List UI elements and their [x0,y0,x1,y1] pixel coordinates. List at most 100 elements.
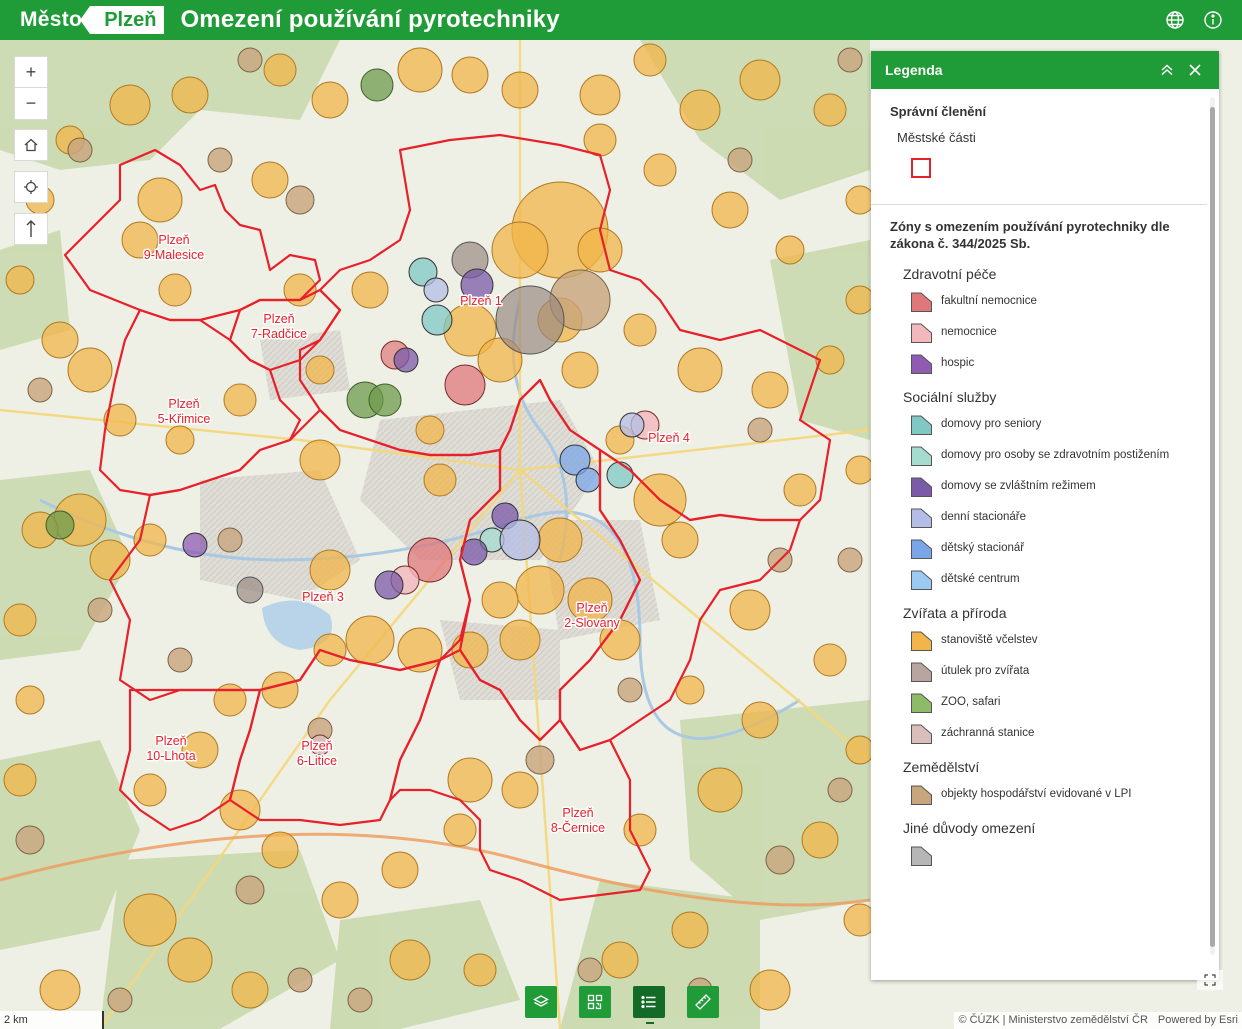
legend-swatch [911,846,932,866]
svg-text:Plzeň 4: Plzeň 4 [648,431,690,445]
legend-item: stanoviště včelstev [890,629,1189,652]
label-plzen-5-line2: 5-Křimice [158,412,211,426]
legend-swatch [911,662,932,682]
legend-section-administrative: Správní členění [890,104,987,119]
zoom-out-button[interactable]: − [14,88,48,120]
label-plzen-10-line1: Plzeň [155,734,186,748]
legend-scrollbar-thumb[interactable] [1210,107,1215,947]
legend-list-icon [641,995,656,1009]
globe-icon[interactable] [1164,9,1186,31]
active-tool-indicator [646,1022,654,1024]
legend-button[interactable] [633,986,665,1018]
logo-mesto-text: Město [20,8,83,31]
locate-button[interactable] [14,171,48,203]
legend-item-label: ZOO, safari [941,696,1001,708]
label-plzen-7-line2: 7-Radčice [251,327,307,341]
label-plzen-7-line1: Plzeň [263,312,294,326]
legend-item: objekty hospodářství evidované v LPI [890,783,1189,806]
label-plzen-8-line1: Plzeň [562,806,593,820]
zoom-in-button[interactable]: + [14,56,48,88]
home-icon [14,129,48,161]
legend-swatch [911,631,932,651]
svg-text:Plzeň 3: Plzeň 3 [302,590,344,604]
svg-text:Plzeň 1: Plzeň 1 [460,294,502,308]
label-plzen-6-line1: Plzeň [301,739,332,753]
app-header: Město Plzeň Omezení používání pyrotechni… [0,0,1242,40]
city-logo[interactable]: Město Plzeň [20,6,165,34]
legend-item-label: dětské centrum [941,573,1020,585]
legend-scrollbar[interactable] [1210,97,1215,955]
attribution-source[interactable]: © ČÚZK | Ministerstvo zemědělství ČR [958,1012,1147,1029]
legend-item: domovy se zvláštním režimem [890,475,1189,498]
zoom-controls: + − [14,56,48,120]
home-button[interactable] [14,129,48,161]
legend-item: domovy pro seniory [890,413,1189,436]
scale-bar: 2 km [0,1011,104,1029]
legend-item-label: domovy pro osoby se zdravotním postižení… [941,449,1170,461]
legend-group-title: Zemědělství [903,759,980,775]
legend-swatch [911,292,932,312]
legend-item [890,844,1189,867]
legend-item-label: stanoviště včelstev [941,634,1038,646]
legend-item-label: dětský stacionář [941,542,1025,554]
attribution-powered[interactable]: Powered by Esri [1158,1012,1238,1029]
legend-swatch [911,724,932,744]
legend-item: hospic [890,352,1189,375]
legend-swatch [911,539,932,559]
legend-item-label: nemocnice [941,326,997,338]
label-plzen-1: Plzeň 1 [460,294,502,308]
measure-button[interactable] [687,986,719,1018]
legend-item: dětské centrum [890,568,1189,591]
layers-button[interactable] [525,986,557,1018]
legend-item: denní stacionáře [890,506,1189,529]
legend-item-label: fakultní nemocnice [941,295,1037,307]
district-outline-swatch [911,158,931,178]
compass-button[interactable] [14,213,48,245]
legend-separator [871,204,1207,205]
legend-swatch [911,354,932,374]
layers-icon [533,995,549,1007]
page-title: Omezení používání pyrotechniky [180,6,560,33]
label-plzen-6-line2: 6-Litice [297,754,337,768]
legend-item: fakultní nemocnice [890,290,1189,313]
label-plzen-8-line2: 8-Černice [551,820,605,835]
legend-item: dětský stacionář [890,537,1189,560]
legend-swatch [911,570,932,590]
legend-header: Legenda [871,51,1219,89]
label-plzen-9-line2: 9-Malesice [144,248,204,262]
legend-swatch [911,477,932,497]
legend-item-label: domovy se zvláštním režimem [941,480,1096,492]
info-icon[interactable] [1202,9,1224,31]
legend-item: nemocnice [890,321,1189,344]
legend-item: útulek pro zvířata [890,660,1189,683]
legend-panel: Legenda Správní členění Městské části Zó… [871,51,1219,980]
legend-group-title: Sociální služby [903,389,997,405]
legend-swatch [911,693,932,713]
legend-group-title: Zdravotní péče [903,266,997,282]
label-plzen-5-line1: Plzeň [168,397,199,411]
legend-content: Správní členění Městské části Zóny s ome… [871,89,1207,980]
label-plzen-4: Plzeň 4 [648,431,690,445]
map-attribution: © ČÚZK | Ministerstvo zemědělství ČR Pow… [954,1012,1242,1029]
legend-item: ZOO, safari [890,691,1189,714]
locate-icon [14,171,48,203]
collapse-up-icon[interactable] [1157,60,1177,80]
legend-title: Legenda [885,62,943,78]
qr-code-button[interactable] [579,986,611,1018]
legend-item: domovy pro osoby se zdravotním postižení… [890,444,1189,467]
logo-plzen-text: Plzeň [80,6,165,34]
legend-swatch [911,446,932,466]
label-plzen-2-line1: Plzeň [576,601,607,615]
label-plzen-10-line2: 10-Lhota [146,749,195,763]
compass-arrow-icon [14,213,48,245]
label-plzen-9-line1: Plzeň [158,233,189,247]
close-icon[interactable] [1185,60,1205,80]
legend-item: záchranná stanice [890,722,1189,745]
legend-item-label: hospic [941,357,975,369]
legend-swatch [911,323,932,343]
measure-ruler-icon [695,994,711,1010]
svg-text:Plzeň6-Litice: Plzeň 6-Litice [297,739,337,768]
qr-code-icon [587,994,603,1010]
legend-item-label: domovy pro seniory [941,418,1042,430]
expand-icon[interactable] [1197,970,1223,990]
